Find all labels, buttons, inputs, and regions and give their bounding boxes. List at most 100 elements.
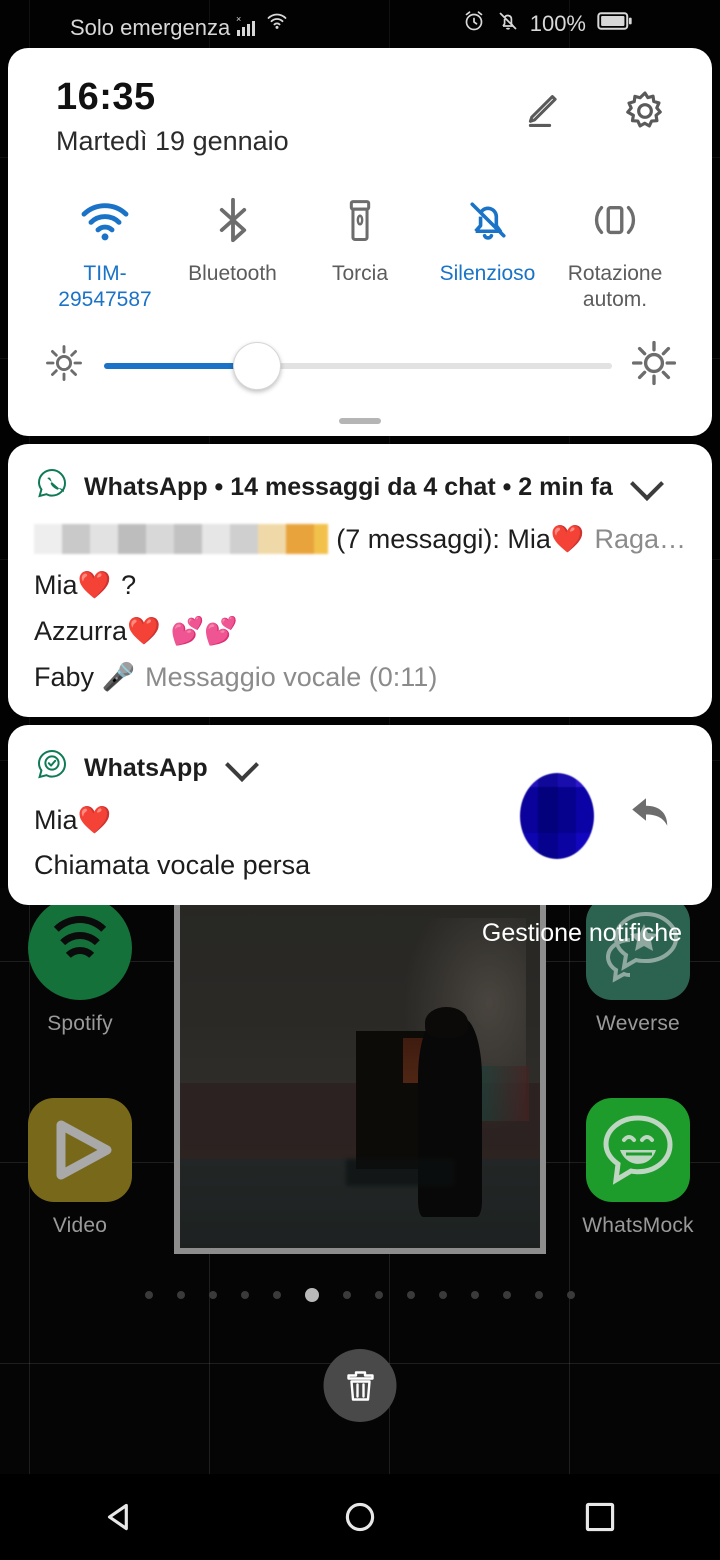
signal-bars-icon: ×	[234, 14, 260, 39]
page-dot[interactable]	[343, 1291, 351, 1299]
page-dot[interactable]	[567, 1291, 575, 1299]
notification-message-row: Faby 🎤 Messaggio vocale (0:11)	[34, 661, 686, 693]
page-dot[interactable]	[535, 1291, 543, 1299]
notification-message-row: Mia❤️ ?	[34, 569, 686, 601]
page-dot[interactable]	[471, 1291, 479, 1299]
trash-icon	[346, 1370, 374, 1401]
wifi-icon	[42, 191, 168, 249]
qs-tile-auto-rotate[interactable]: Rotazione autom.	[552, 191, 678, 314]
notification-header-text: WhatsApp	[84, 754, 208, 783]
bell-off-icon	[425, 191, 551, 249]
notification-body: Chiamata vocale persa	[34, 850, 311, 881]
page-dot[interactable]	[273, 1291, 281, 1299]
wifi-icon	[264, 9, 290, 39]
whatsapp-status-icon	[34, 747, 70, 790]
bell-off-icon	[496, 9, 520, 39]
quick-settings-panel: 16:35 Martedì 19 gennaio TIM-29547587 Bl…	[8, 48, 712, 437]
app-icon-video[interactable]: Video	[0, 1098, 170, 1238]
notification-message-preview: Raga…	[594, 523, 686, 554]
whatsapp-icon	[34, 466, 70, 509]
notification-message-row: Azzurra❤️ 💕💕	[34, 615, 686, 647]
notification-header: WhatsApp	[34, 747, 686, 790]
qs-label-wifi: TIM-29547587	[58, 261, 152, 312]
brightness-row	[8, 313, 712, 392]
page-dot[interactable]	[439, 1291, 447, 1299]
page-dot[interactable]	[209, 1291, 217, 1299]
brightness-thumb[interactable]	[233, 341, 282, 390]
page-dot[interactable]	[503, 1291, 511, 1299]
quick-settings-header: 16:35 Martedì 19 gennaio	[8, 48, 712, 157]
notification-message-sender: Azzurra❤️	[34, 616, 161, 647]
back-triangle-icon	[107, 1503, 128, 1531]
page-dot-active[interactable]	[305, 1288, 319, 1302]
manage-notifications-row[interactable]: Gestione notifiche	[8, 913, 712, 948]
gear-icon[interactable]	[622, 88, 668, 139]
notification-message-row: (7 messaggi): Mia❤️ Raga…	[34, 523, 686, 555]
qs-tile-wifi[interactable]: TIM-29547587	[42, 191, 168, 314]
app-icon-whatsmock[interactable]: WhatsMock	[548, 1098, 720, 1238]
page-dot[interactable]	[407, 1291, 415, 1299]
recents-square-icon	[585, 1502, 615, 1532]
notification-message-sender: Faby 🎤	[34, 662, 136, 693]
photo-dim-overlay	[180, 904, 540, 1248]
clock-block[interactable]: 16:35 Martedì 19 gennaio	[56, 76, 518, 157]
pencil-icon[interactable]	[518, 89, 562, 138]
qs-tile-bluetooth[interactable]: Bluetooth	[170, 191, 296, 314]
battery-full-icon	[596, 11, 634, 37]
notification-header-text: WhatsApp • 14 messaggi da 4 chat • 2 min…	[84, 473, 613, 502]
app-label-weverse: Weverse	[596, 1012, 680, 1035]
notification-whatsapp-messages[interactable]: WhatsApp • 14 messaggi da 4 chat • 2 min…	[8, 444, 712, 718]
chevron-down-icon[interactable]	[629, 466, 664, 501]
qs-label-silent: Silenzioso	[439, 261, 536, 285]
carrier-label: Solo emergenza	[70, 15, 231, 40]
qs-label-auto-rotate: Rotazione autom.	[567, 261, 663, 312]
app-label-whatsmock: WhatsMock	[582, 1214, 694, 1237]
brightness-low-icon[interactable]	[42, 341, 86, 390]
clock-date: Martedì 19 gennaio	[56, 125, 289, 156]
nav-recents-button[interactable]	[540, 1474, 660, 1560]
page-dot[interactable]	[375, 1291, 383, 1299]
navigation-bar	[0, 1474, 720, 1560]
clock-time: 16:35	[56, 76, 156, 118]
page-dot[interactable]	[241, 1291, 249, 1299]
quick-settings-tiles: TIM-29547587 Bluetooth Torcia Silenzioso…	[8, 157, 712, 314]
manage-notifications-label[interactable]: Gestione notifiche	[482, 919, 682, 948]
whatsmock-icon	[586, 1098, 690, 1202]
chevron-down-icon[interactable]	[224, 747, 259, 782]
nav-home-button[interactable]	[300, 1474, 420, 1560]
svg-text:×: ×	[236, 15, 241, 24]
alarm-icon	[462, 9, 486, 39]
notification-shade: 16:35 Martedì 19 gennaio TIM-29547587 Bl…	[0, 0, 720, 948]
bluetooth-icon	[170, 191, 296, 249]
notification-message-sender: (7 messaggi): Mia❤️	[336, 524, 585, 555]
reply-arrow-icon[interactable]	[626, 787, 676, 842]
page-dot[interactable]	[177, 1291, 185, 1299]
qs-tile-flashlight[interactable]: Torcia	[297, 191, 423, 314]
brightness-high-icon[interactable]	[630, 339, 678, 392]
notification-message-preview: 💕💕	[170, 616, 238, 647]
flashlight-icon	[297, 191, 423, 249]
photo-widget[interactable]	[174, 898, 546, 1254]
home-circle-icon	[345, 1502, 375, 1532]
status-bar-right: 100%	[462, 9, 634, 39]
blurred-contact-avatar	[520, 773, 594, 860]
status-bar-left: Solo emergenza ×	[70, 9, 290, 39]
battery-percent-label: 100%	[529, 11, 586, 36]
page-dot[interactable]	[145, 1291, 153, 1299]
qs-label-bluetooth: Bluetooth	[188, 261, 277, 285]
qs-label-flashlight: Torcia	[331, 261, 389, 285]
app-label-spotify: Spotify	[47, 1012, 113, 1035]
notification-message-preview: Messaggio vocale (0:11)	[145, 661, 438, 692]
drag-handle[interactable]	[339, 418, 381, 425]
nav-back-button[interactable]	[60, 1474, 180, 1560]
notification-header: WhatsApp • 14 messaggi da 4 chat • 2 min…	[34, 466, 686, 509]
notification-whatsapp-call[interactable]: WhatsApp Mia❤️ Chiamata vocale persa	[8, 725, 712, 906]
blurred-sender-name	[34, 524, 329, 555]
delete-drop-target[interactable]	[323, 1349, 397, 1422]
qs-tile-silent[interactable]: Silenzioso	[425, 191, 551, 314]
app-label-video: Video	[52, 1214, 108, 1237]
brightness-slider[interactable]	[104, 341, 612, 390]
quick-settings-actions	[518, 88, 668, 139]
page-indicator[interactable]	[0, 1288, 720, 1302]
notification-message-preview: ?	[121, 569, 137, 600]
